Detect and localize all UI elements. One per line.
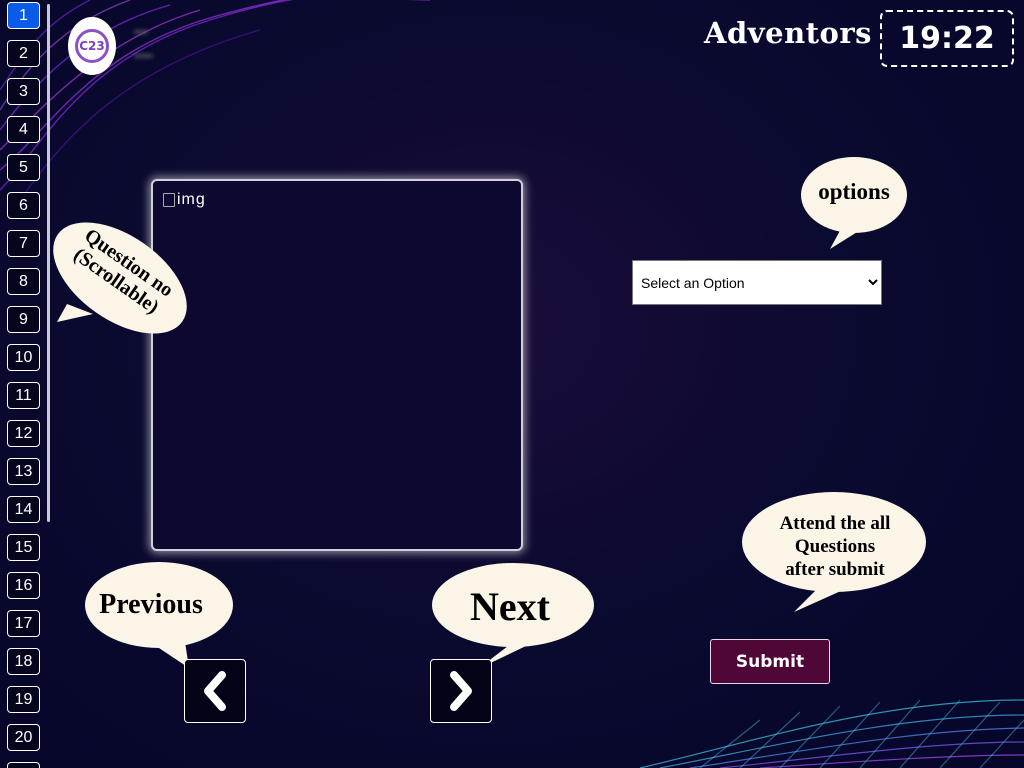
question-number-button[interactable]: 16 — [7, 572, 40, 599]
question-number-button[interactable]: 10 — [7, 344, 40, 371]
hint-bubble-submit: Attend the all Questions after submit — [742, 492, 927, 614]
chevron-left-icon — [204, 671, 226, 711]
question-number-button[interactable]: 11 — [7, 382, 40, 409]
question-number-button[interactable]: 3 — [7, 78, 40, 105]
logo-text: C23 — [75, 29, 109, 63]
question-number-button[interactable]: 12 — [7, 420, 40, 447]
question-number-button[interactable]: 13 — [7, 458, 40, 485]
question-number-button[interactable]: 17 — [7, 610, 40, 637]
hint-bubble-options: options — [800, 157, 910, 252]
hint-previous-text: Previous — [99, 589, 203, 620]
chevron-right-icon — [450, 671, 472, 711]
question-number-button[interactable]: 15 — [7, 534, 40, 561]
brand-title: Adventors — [704, 16, 873, 50]
hint-submit-line3: after submit — [785, 559, 885, 580]
hint-submit-line1: Attend the all — [779, 513, 891, 534]
question-number-button[interactable]: 18 — [7, 648, 40, 675]
question-number-sidebar[interactable]: 1 2 3 4 5 6 7 8 9 10 11 12 13 14 15 16 17 18 19 20 — [0, 0, 52, 768]
question-number-button[interactable]: 2 — [7, 40, 40, 67]
question-number-button-partial[interactable] — [7, 762, 40, 768]
hint-next-text: Next — [470, 584, 550, 629]
submit-button[interactable]: Submit — [710, 639, 830, 684]
question-number-button[interactable]: 19 — [7, 686, 40, 713]
hint-bubble-previous: Previous — [85, 562, 235, 668]
broken-image-icon — [163, 193, 175, 207]
question-number-button[interactable]: 7 — [7, 230, 40, 257]
team-logo: C23 — [68, 17, 116, 75]
question-number-button[interactable]: 9 — [7, 306, 40, 333]
hint-bubble-question-no: Question no (Scrollable) — [45, 220, 195, 340]
hint-submit-line2: Questions — [794, 536, 876, 557]
hint-options-text: options — [818, 179, 890, 204]
next-button[interactable] — [430, 659, 492, 723]
image-alt-text: img — [177, 191, 206, 208]
answer-options-select[interactable]: Select an Option — [632, 260, 882, 305]
question-number-button[interactable]: 14 — [7, 496, 40, 523]
countdown-timer: 19:22 — [880, 10, 1014, 67]
question-number-button[interactable]: 4 — [7, 116, 40, 143]
team-name: ▪▪▪ — [134, 24, 148, 39]
question-number-button[interactable]: 1 — [7, 2, 40, 29]
hint-bubble-next: Next — [432, 563, 597, 673]
previous-button[interactable] — [184, 659, 246, 723]
question-number-button[interactable]: 6 — [7, 192, 40, 219]
question-image: img — [163, 191, 206, 209]
question-number-button[interactable]: 20 — [7, 724, 40, 751]
question-number-button[interactable]: 5 — [7, 154, 40, 181]
team-id: ▪▪▪▪ — [134, 48, 153, 63]
question-number-button[interactable]: 8 — [7, 268, 40, 295]
question-image-frame: img — [151, 179, 523, 551]
